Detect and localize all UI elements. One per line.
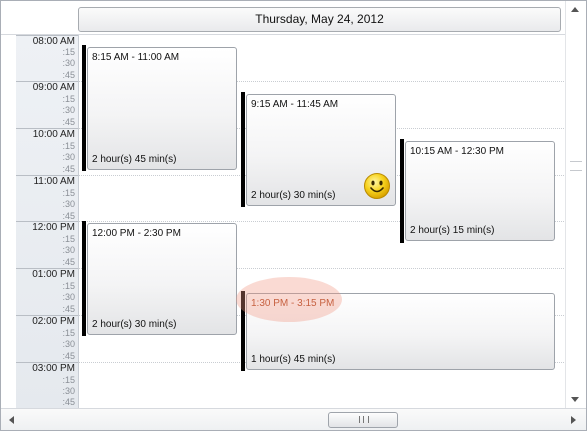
quarter-label: :15 bbox=[62, 281, 75, 291]
vertical-scrollbar[interactable] bbox=[565, 1, 586, 408]
quarter-label: :45 bbox=[62, 117, 75, 127]
hour-label: 11:00 AM bbox=[33, 176, 75, 187]
day-header[interactable]: Thursday, May 24, 2012 bbox=[78, 7, 561, 32]
appointment[interactable]: 12:00 PM - 2:30 PM 2 hour(s) 30 min(s) bbox=[87, 223, 237, 335]
quarter-label: :45 bbox=[62, 351, 75, 361]
quarter-label: :45 bbox=[62, 304, 75, 314]
appointment[interactable]: 9:15 AM - 11:45 AM 2 hour(s) 30 min(s) bbox=[246, 94, 396, 206]
quarter-label: :15 bbox=[62, 47, 75, 57]
appointment-duration: 2 hour(s) 45 min(s) bbox=[92, 154, 177, 165]
selection-highlight bbox=[236, 277, 342, 322]
quarter-label: :45 bbox=[62, 70, 75, 80]
horizontal-scroll-thumb[interactable] bbox=[328, 412, 398, 428]
appointment[interactable]: 10:15 AM - 12:30 PM 2 hour(s) 15 min(s) bbox=[405, 141, 555, 241]
quarter-label: :45 bbox=[62, 164, 75, 174]
hour-label: 03:00 PM bbox=[32, 363, 75, 374]
appointment-time: 9:15 AM - 11:45 AM bbox=[251, 99, 339, 110]
event-bar bbox=[82, 45, 86, 171]
hour-label: 08:00 AM bbox=[32, 36, 75, 47]
quarter-label: :30 bbox=[62, 386, 75, 396]
hour-label: 01:00 PM bbox=[32, 269, 75, 280]
event-bar bbox=[82, 221, 86, 336]
appointment[interactable]: 8:15 AM - 11:00 AM 2 hour(s) 45 min(s) bbox=[87, 47, 237, 170]
quarter-label: :15 bbox=[62, 234, 75, 244]
quarter-label: :15 bbox=[62, 375, 75, 385]
appointment-time: 8:15 AM - 11:00 AM bbox=[92, 52, 180, 63]
quarter-label: :15 bbox=[62, 94, 75, 104]
quarter-label: :30 bbox=[62, 152, 75, 162]
time-gutter: 08:00 AM :15 :30 :45 09:00 AM :15 :30 :4… bbox=[1, 35, 79, 408]
quarter-label: :30 bbox=[62, 199, 75, 209]
quarter-label: :30 bbox=[62, 245, 75, 255]
quarter-label: :30 bbox=[62, 339, 75, 349]
appointment-duration: 2 hour(s) 30 min(s) bbox=[251, 190, 336, 201]
scroll-right-arrow-icon[interactable] bbox=[571, 416, 576, 424]
quarter-label: :45 bbox=[62, 257, 75, 267]
hour-label: 12:00 PM bbox=[32, 222, 75, 233]
quarter-label: :45 bbox=[62, 397, 75, 407]
scroll-up-arrow-icon[interactable] bbox=[571, 7, 579, 12]
header-strip: Thursday, May 24, 2012 bbox=[1, 1, 586, 35]
hour-label: 10:00 AM bbox=[32, 129, 75, 140]
appointment-time: 12:00 PM - 2:30 PM bbox=[92, 228, 181, 239]
quarter-label: :30 bbox=[62, 105, 75, 115]
scroll-left-arrow-icon[interactable] bbox=[9, 416, 14, 424]
scroll-grip-icon[interactable] bbox=[570, 161, 582, 171]
quarter-label: :15 bbox=[62, 141, 75, 151]
scroll-down-arrow-icon[interactable] bbox=[571, 397, 579, 402]
horizontal-scrollbar[interactable] bbox=[1, 408, 586, 430]
quarter-label: :30 bbox=[62, 58, 75, 68]
quarter-label: :30 bbox=[62, 292, 75, 302]
appointment-duration: 1 hour(s) 45 min(s) bbox=[251, 354, 336, 365]
event-bar bbox=[400, 139, 404, 243]
scroll-grip-icon bbox=[359, 416, 369, 423]
quarter-label: :15 bbox=[62, 188, 75, 198]
appointment-duration: 2 hour(s) 15 min(s) bbox=[410, 225, 495, 236]
hour-label: 09:00 AM bbox=[32, 82, 75, 93]
hour-label: 02:00 PM bbox=[32, 316, 75, 327]
event-bar bbox=[241, 92, 245, 207]
quarter-label: :15 bbox=[62, 328, 75, 338]
appointment-time: 10:15 AM - 12:30 PM bbox=[410, 146, 504, 157]
smiley-icon bbox=[364, 173, 390, 199]
scheduler-window: Thursday, May 24, 2012 08:00 AM :15 :30 … bbox=[0, 0, 587, 431]
appointment-duration: 2 hour(s) 30 min(s) bbox=[92, 319, 177, 330]
quarter-label: :45 bbox=[62, 211, 75, 221]
